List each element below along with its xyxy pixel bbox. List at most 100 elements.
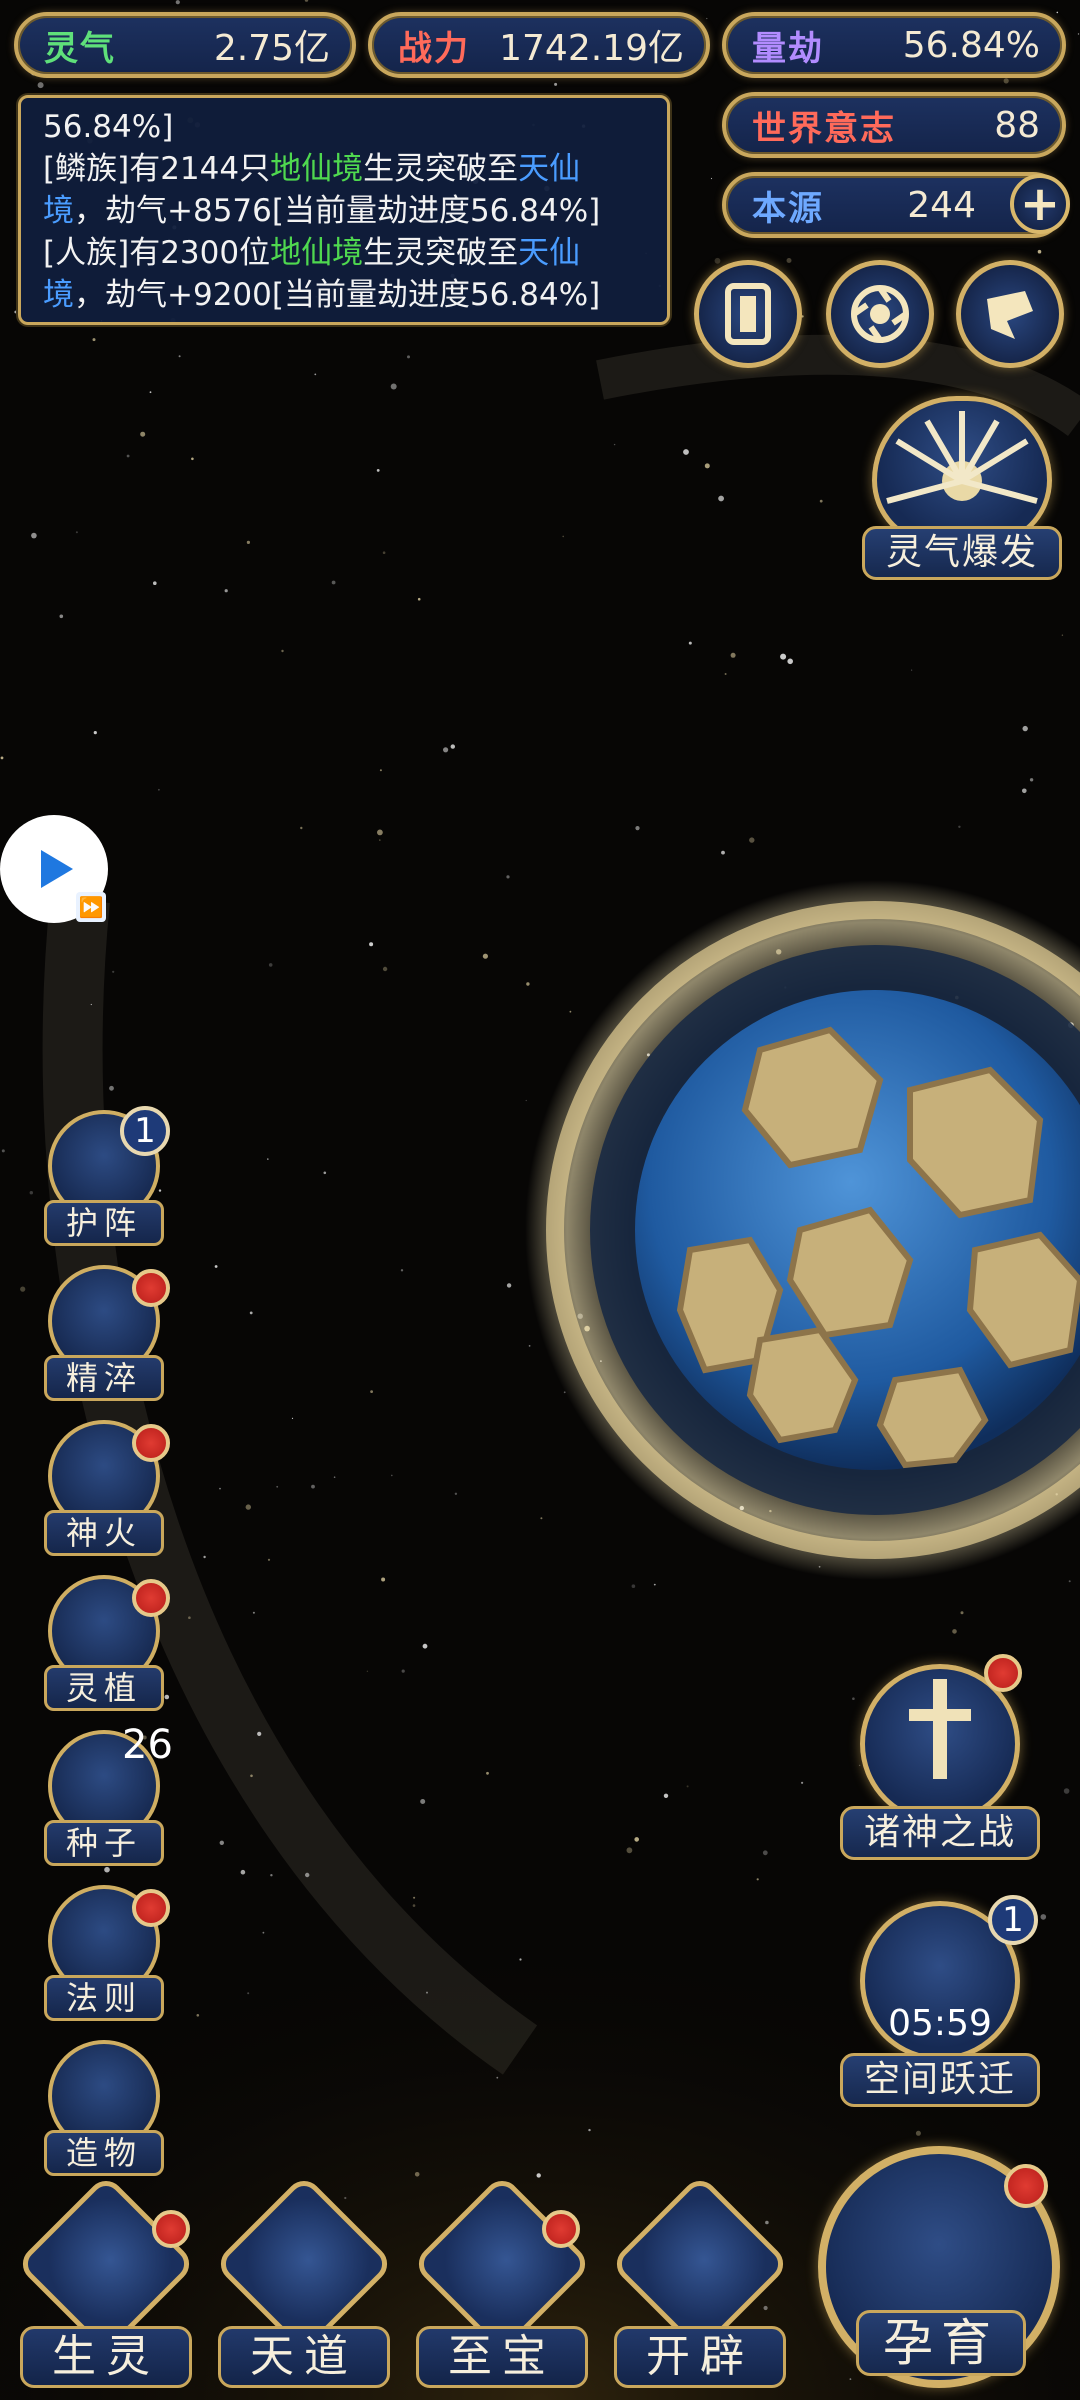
star [262, 1931, 265, 1934]
realm-to-text: 天仙 [518, 235, 581, 271]
count-badge: 1 [988, 1895, 1038, 1945]
star [730, 652, 736, 658]
count-badge: 1 [120, 1106, 170, 1156]
star [1022, 725, 1028, 732]
star [412, 1904, 416, 1907]
star [267, 1158, 269, 1160]
star [426, 1991, 428, 1994]
star [140, 431, 146, 437]
lianjie-value: 56.84% [902, 24, 1040, 66]
side-item-array[interactable]: 护阵 1 [40, 1106, 170, 1250]
side-item-label: 灵植 [44, 1665, 164, 1711]
star [257, 1731, 262, 1736]
star [1003, 78, 1009, 84]
side-item-label: 神火 [44, 1510, 164, 1556]
star [291, 1417, 294, 1419]
star [219, 1840, 224, 1846]
star [422, 1643, 428, 1649]
star [443, 747, 449, 753]
side-item-seed[interactable]: 种子 26 [40, 1724, 173, 1870]
star [224, 589, 228, 593]
nav-open-world[interactable]: 开辟 [609, 2173, 791, 2400]
add-origin-button[interactable]: + [1010, 174, 1070, 234]
side-item-law[interactable]: 法则 [40, 1885, 170, 2025]
zhanli-resource[interactable]: 战力 1742.19亿 [368, 12, 710, 78]
star [526, 982, 530, 986]
scroll-button[interactable] [956, 260, 1064, 368]
star [219, 1487, 221, 1490]
star [626, 1847, 633, 1854]
star [528, 1345, 531, 1347]
star [331, 580, 336, 585]
star [158, 788, 160, 791]
star [369, 942, 374, 947]
star [1056, 11, 1059, 14]
star [370, 1390, 373, 1393]
star [683, 449, 689, 455]
world-will-label: 世界意志 [752, 108, 896, 149]
star [631, 1584, 636, 1588]
side-item-creation[interactable]: 造物 [40, 2040, 170, 2180]
star [20, 1286, 26, 1292]
star [454, 1492, 458, 1496]
nav-creatures[interactable]: 生灵 [15, 2173, 197, 2400]
space-jump-feature[interactable]: 1 05:59 空间跃迁 [840, 1895, 1040, 2115]
star [569, 1010, 572, 1013]
star [911, 669, 913, 671]
star [401, 1669, 405, 1673]
star [519, 1958, 522, 1961]
side-item-label: 护阵 [44, 1200, 164, 1246]
star [344, 2196, 347, 2200]
event-log-entry: [鳞族]有2144只地仙境生灵突破至天仙 境，劫气+8576[当前量劫进度56.8… [43, 148, 645, 232]
aura-burst-icon [872, 396, 1052, 546]
nurture-button[interactable]: 孕育 [812, 2140, 1066, 2394]
star [819, 499, 823, 503]
star [382, 551, 386, 554]
star [90, 1003, 92, 1006]
card-button[interactable] [694, 260, 802, 368]
star [249, 1311, 253, 1315]
star [93, 731, 97, 735]
star [718, 495, 724, 502]
side-item-divine-fire[interactable]: 神火 [40, 1420, 170, 1560]
realm-from-text: 地仙境 [270, 235, 364, 271]
star [749, 837, 755, 843]
scroll-icon [987, 291, 1033, 339]
star [276, 1485, 279, 1488]
star [704, 463, 710, 469]
star [267, 1558, 271, 1561]
star [1022, 788, 1027, 794]
star [634, 1837, 639, 1842]
nav-label: 开辟 [614, 2326, 786, 2388]
star [112, 970, 115, 973]
gods-war-feature[interactable]: 诸神之战 [840, 1650, 1040, 1870]
star [1061, 634, 1064, 636]
vortex-button[interactable] [826, 260, 934, 368]
world-will-value: 88 [994, 104, 1040, 146]
star [109, 1085, 114, 1091]
world-will-resource[interactable]: 世界意志 88 [722, 92, 1066, 158]
lianjie-resource[interactable]: 量劫 56.84% [722, 12, 1066, 78]
star [188, 1616, 191, 1619]
star [126, 454, 130, 458]
star [1029, 778, 1034, 782]
side-item-refine[interactable]: 精淬 [40, 1265, 170, 1405]
event-log-entry: [人族]有2300位地仙境生灵突破至天仙 境，劫气+9200[当前量劫进度56.8… [43, 232, 645, 316]
star [400, 1269, 404, 1272]
star [29, 1191, 33, 1195]
star [366, 1670, 369, 1673]
vortex-icon [851, 285, 909, 343]
lingqi-resource[interactable]: 灵气 2.75亿 [14, 12, 356, 78]
notification-dot [1004, 2164, 1048, 2208]
star [59, 614, 64, 619]
side-item-spirit-plant[interactable]: 灵植 [40, 1575, 170, 1715]
nav-label: 天道 [218, 2326, 390, 2388]
nav-treasure[interactable]: 至宝 [411, 2173, 593, 2400]
side-item-label: 精淬 [44, 1355, 164, 1401]
event-log-line: 56.84%] [43, 109, 174, 145]
aura-burst-feature[interactable]: 灵气爆发 [862, 390, 1062, 590]
star [663, 1793, 669, 1799]
realm-to-text: 天仙 [518, 151, 581, 187]
star [407, 355, 410, 359]
nav-heavenly-dao[interactable]: 天道 [213, 2173, 395, 2400]
